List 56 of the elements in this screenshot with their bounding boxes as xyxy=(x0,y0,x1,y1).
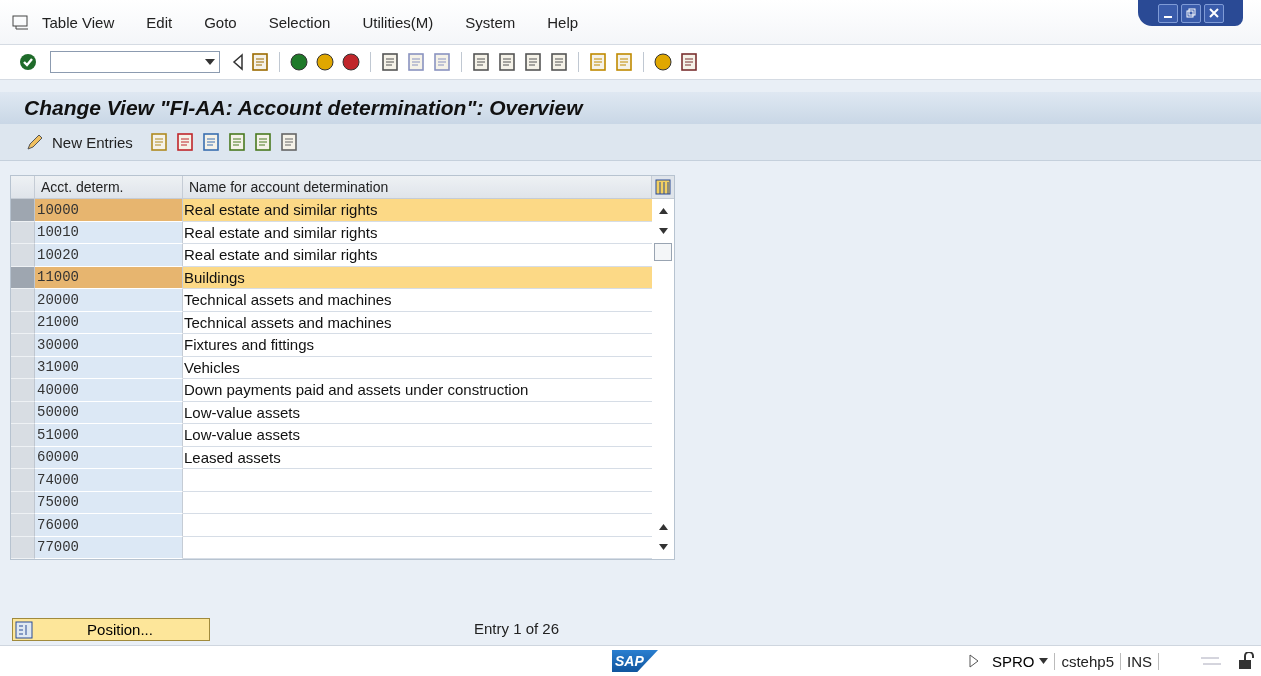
menu-item[interactable]: Edit xyxy=(146,13,173,31)
window-menu-icon[interactable] xyxy=(12,14,30,30)
row-selector[interactable] xyxy=(11,199,35,222)
back-arrow-icon[interactable] xyxy=(232,53,244,71)
table-cell: 75000 xyxy=(35,491,183,514)
menu-item[interactable]: Table View xyxy=(42,13,115,31)
table-cell: 10000 xyxy=(35,199,183,222)
menu-item[interactable]: Help xyxy=(547,13,579,31)
table-cell: 40000 xyxy=(35,379,183,402)
column-header[interactable]: Acct. determ. xyxy=(35,176,183,199)
new-entries-button[interactable]: New Entries xyxy=(18,130,139,154)
scroll-up-icon[interactable] xyxy=(658,524,668,530)
input-mode: INS xyxy=(1121,652,1159,670)
table-cell: 10020 xyxy=(35,244,183,267)
table-cell: 76000 xyxy=(35,514,183,537)
server-name: cstehp5 xyxy=(1055,652,1121,670)
table-cell: 74000 xyxy=(35,469,183,492)
menu-item[interactable]: Utilities(M) xyxy=(362,13,434,31)
close-icon[interactable] xyxy=(1203,3,1224,23)
position-button[interactable]: Position... xyxy=(12,618,210,641)
caret-icon xyxy=(1039,658,1049,664)
check-icon[interactable] xyxy=(18,52,38,72)
table-cell: 60000 xyxy=(35,446,183,469)
table-cell: 51000 xyxy=(35,424,183,447)
column-header[interactable]: Name for account determination xyxy=(183,176,652,199)
expand-status-icon[interactable] xyxy=(967,654,980,668)
table-cell: Real estate and similar rights xyxy=(183,199,652,222)
table-cell: Buildings xyxy=(183,266,652,289)
table-cell: 77000 xyxy=(35,536,183,559)
scroll-thumb[interactable] xyxy=(654,243,672,261)
table-cell: 50000 xyxy=(35,401,183,424)
position-icon xyxy=(15,620,33,639)
table-cell: 11000 xyxy=(35,266,183,289)
column-settings-icon[interactable] xyxy=(652,176,674,199)
scroll-down-icon[interactable] xyxy=(658,544,668,550)
screen-title: Change View "FI-AA: Account determination": Overview xyxy=(24,96,583,120)
scroll-down-icon[interactable] xyxy=(658,228,668,234)
entry-counter: Entry 1 of 26 xyxy=(474,620,560,637)
minimize-icon[interactable] xyxy=(1157,3,1178,23)
table-cell: 30000 xyxy=(35,334,183,357)
table-cell: 21000 xyxy=(35,311,183,334)
dropdown-caret-icon[interactable] xyxy=(205,59,215,65)
menu-item[interactable]: Selection xyxy=(268,13,331,31)
sap-logo: SAP xyxy=(612,650,658,672)
command-field[interactable] xyxy=(50,51,220,73)
table-cell: 20000 xyxy=(35,289,183,312)
scroll-up-icon[interactable] xyxy=(658,208,668,214)
menu-item[interactable]: Goto xyxy=(204,13,237,31)
table-cell: 10010 xyxy=(35,221,183,244)
restore-icon[interactable] xyxy=(1180,3,1201,23)
row-selector[interactable] xyxy=(11,266,35,289)
lock-icon[interactable] xyxy=(1237,652,1255,670)
menu-item[interactable]: System xyxy=(465,13,516,31)
pencil-icon xyxy=(24,132,44,152)
transaction-dropdown[interactable]: SPRO xyxy=(985,652,1056,670)
table-cell: 31000 xyxy=(35,356,183,379)
